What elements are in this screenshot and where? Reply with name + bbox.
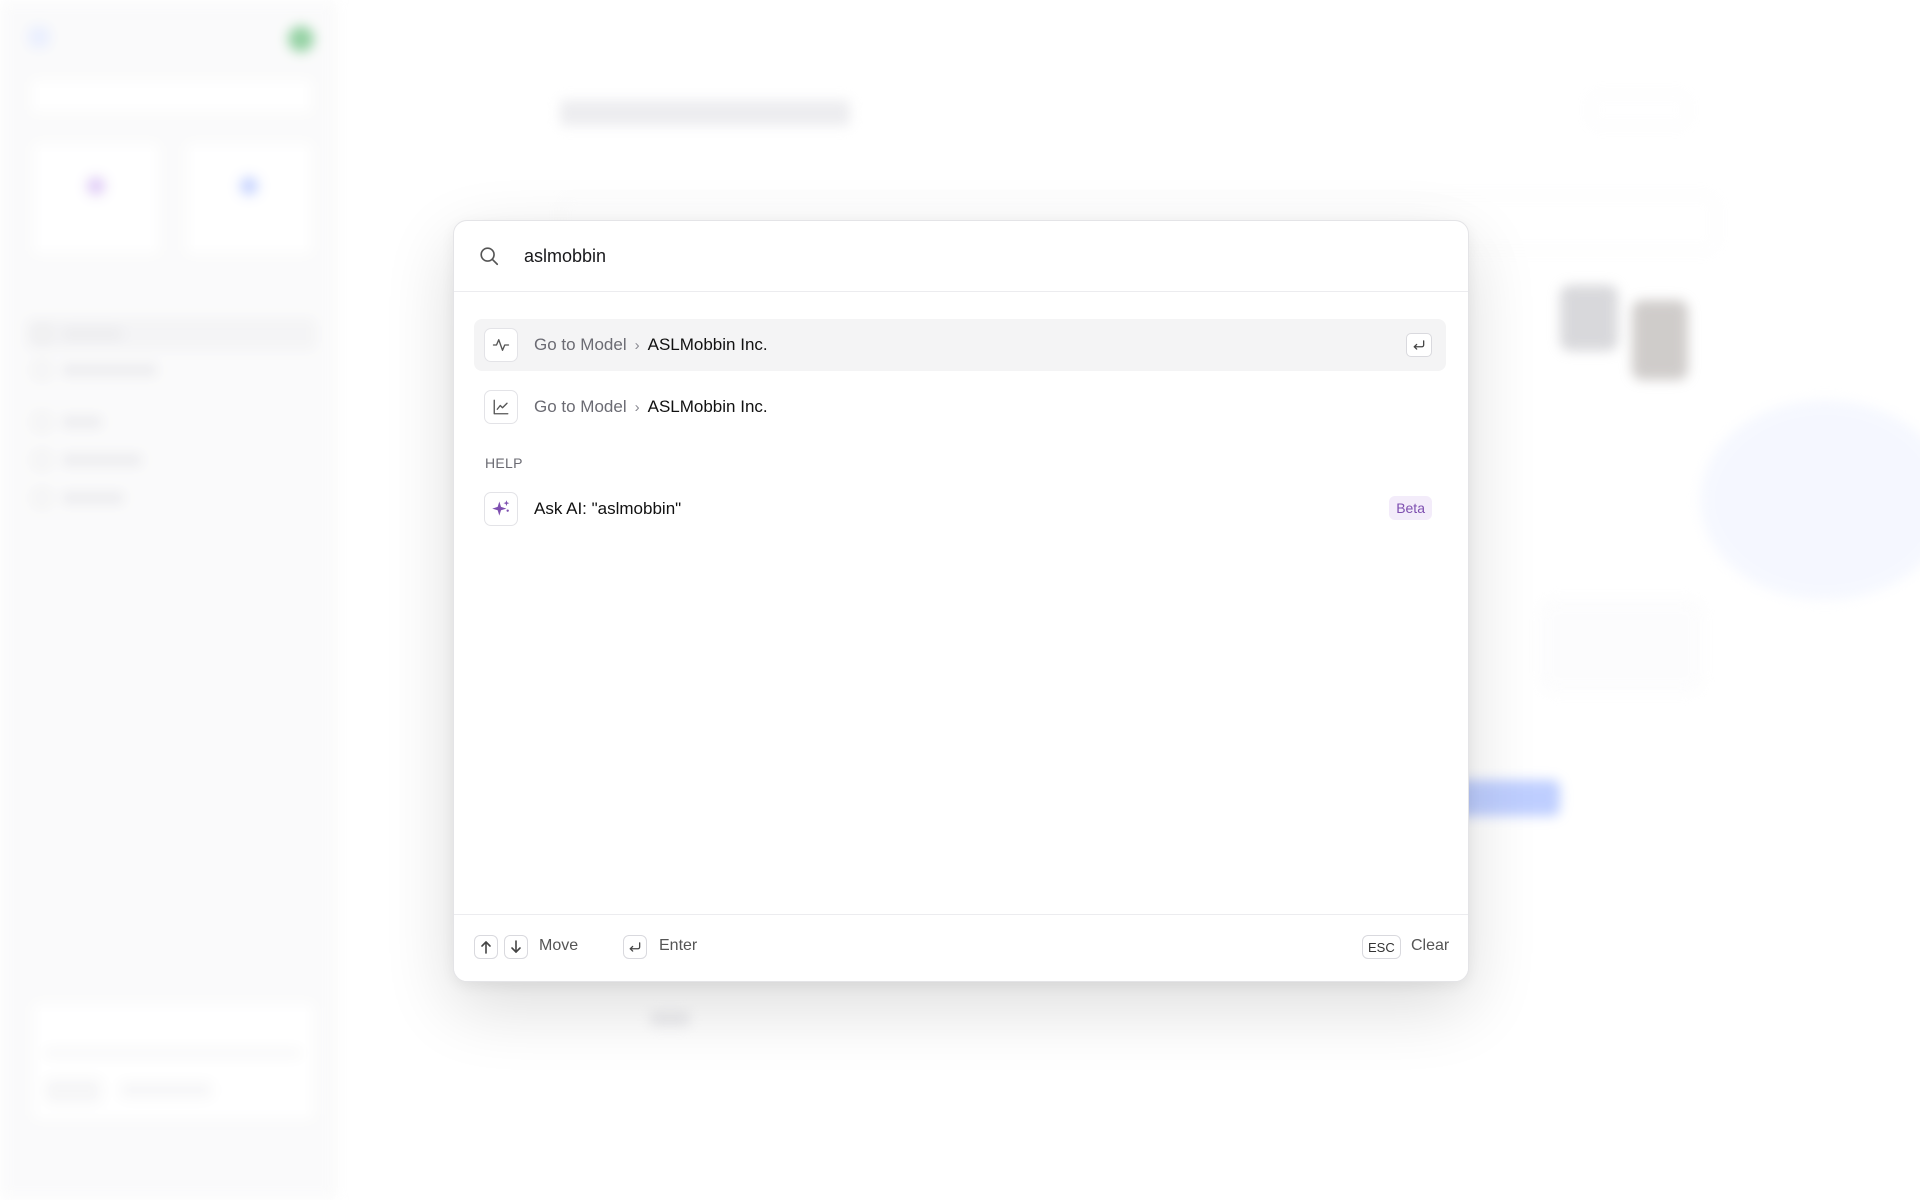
result-text: Go to Model › ASLMobbin Inc.: [534, 335, 768, 355]
nav-item: [34, 362, 157, 378]
result-target: ASLMobbin Inc.: [647, 335, 768, 354]
usage-box: [30, 1000, 317, 1122]
quick-action-card: [183, 140, 315, 257]
nav-icon: [34, 326, 50, 342]
result-prefix: Go to Model: [534, 397, 627, 416]
result-target: ASLMobbin Inc.: [647, 397, 768, 416]
command-search-input[interactable]: [524, 241, 1424, 271]
arrow-down-icon: [504, 935, 528, 959]
enter-key-icon: [1406, 333, 1432, 357]
workspace-logo: [28, 26, 50, 48]
sidebar-search: [28, 76, 315, 116]
ask-ai-item[interactable]: Ask AI: "aslmobbin" Beta: [474, 483, 1446, 535]
nav-item: [34, 326, 122, 342]
result-text: Go to Model › ASLMobbin Inc.: [534, 397, 768, 417]
sparkles-icon: [484, 492, 518, 526]
nav-icon: [34, 362, 50, 378]
activity-icon: [484, 328, 518, 362]
background-decoration: [1700, 400, 1920, 600]
background-text: [650, 1012, 690, 1026]
page-title-placeholder: [560, 100, 850, 134]
photo-thumbnail: [1560, 285, 1618, 351]
arrow-up-icon: [474, 935, 498, 959]
command-palette-header: [454, 221, 1468, 292]
nav-active-highlight: [26, 318, 316, 350]
nav-icon: [34, 452, 50, 468]
esc-key: ESC: [1362, 935, 1401, 959]
footer-move-label: Move: [539, 937, 579, 954]
nav-icon: [34, 490, 50, 506]
header-button: [1590, 94, 1688, 126]
usage-chip: [45, 1079, 101, 1103]
search-icon: [480, 247, 499, 266]
chevron-right-icon: ›: [634, 398, 640, 416]
result-prefix: Go to Model: [534, 335, 627, 354]
workspace-switcher: [28, 26, 60, 48]
nav-item: [34, 490, 124, 506]
photo-thumbnail: [1632, 300, 1688, 380]
nav-item: [34, 414, 102, 430]
command-palette: Go to Model › ASLMobbin Inc. Go to Model…: [453, 220, 1469, 982]
usage-bar: [45, 1051, 300, 1055]
chevron-right-icon: ›: [634, 336, 640, 354]
quick-action-dot: [240, 177, 258, 195]
background-card: [1540, 600, 1702, 692]
nav-item: [34, 452, 142, 468]
quick-action-dot: [87, 177, 105, 195]
line-chart-icon: [484, 390, 518, 424]
result-item[interactable]: Go to Model › ASLMobbin Inc.: [474, 381, 1446, 433]
beta-badge: Beta: [1389, 496, 1432, 520]
quick-action-card: [30, 140, 162, 257]
result-item[interactable]: Go to Model › ASLMobbin Inc.: [474, 319, 1446, 371]
sidebar: [0, 0, 336, 1200]
ask-ai-label: Ask AI: "aslmobbin": [534, 499, 682, 518]
avatar: [288, 26, 314, 52]
command-palette-footer: Move Enter ESC Clear: [454, 914, 1468, 981]
footer-enter-label: Enter: [659, 937, 698, 954]
nav-icon: [34, 414, 50, 430]
section-label-help: HELP: [485, 455, 523, 471]
usage-chip: [121, 1083, 211, 1097]
footer-clear-label: Clear: [1411, 937, 1450, 954]
enter-key-icon: [623, 935, 647, 959]
